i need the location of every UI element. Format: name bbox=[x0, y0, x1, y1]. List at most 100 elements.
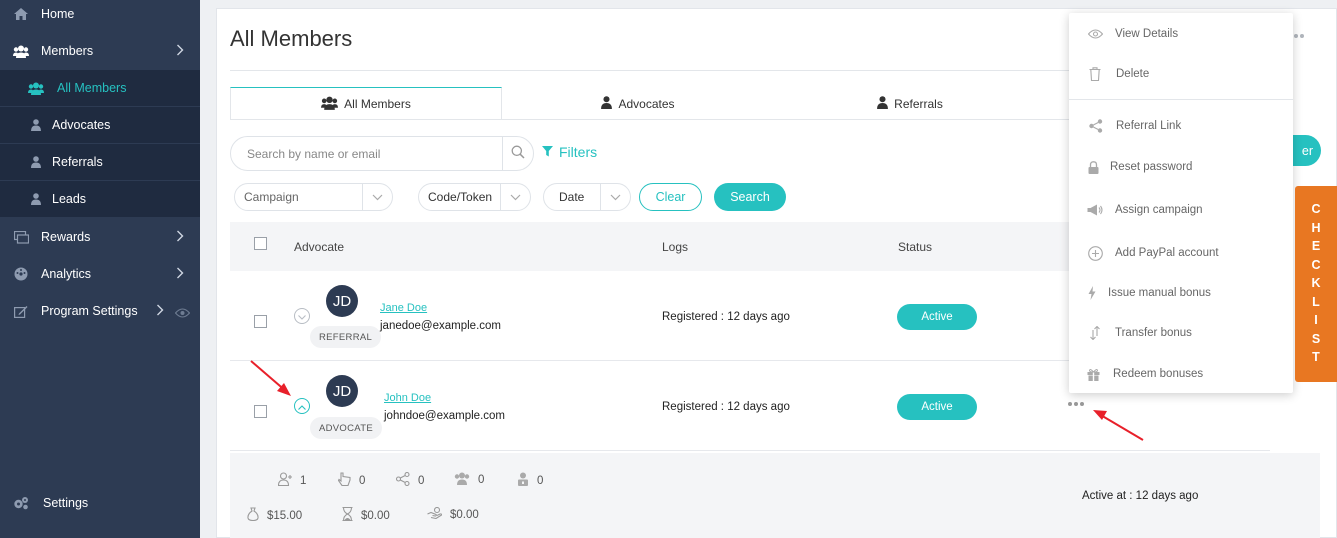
select-value: Date bbox=[559, 190, 585, 204]
tab-all-members[interactable]: All Members bbox=[230, 87, 502, 120]
count-value: 0 bbox=[537, 474, 544, 487]
edit-icon bbox=[13, 303, 29, 319]
status-badge: Active bbox=[897, 304, 977, 330]
filters-label: Filters bbox=[559, 144, 598, 160]
menu-item-redeem-bonuses[interactable]: Redeem bonuses bbox=[1069, 359, 1293, 389]
member-type-badge: ADVOCATE bbox=[310, 417, 382, 439]
tab-label: Referrals bbox=[894, 96, 943, 111]
column-header-status: Status bbox=[898, 239, 933, 254]
pointer-icon bbox=[337, 472, 351, 489]
chevron-down-icon bbox=[362, 184, 392, 210]
search-button[interactable] bbox=[502, 137, 533, 170]
menu-item-label: Redeem bonuses bbox=[1113, 368, 1204, 380]
users-icon bbox=[454, 472, 470, 488]
count-value: 0 bbox=[359, 474, 366, 487]
member-log: Registered : 12 days ago bbox=[662, 311, 790, 323]
member-log: Registered : 12 days ago bbox=[662, 401, 790, 413]
campaign-icon bbox=[1087, 202, 1103, 218]
eye-icon[interactable] bbox=[174, 305, 191, 321]
amount-value: $0.00 bbox=[450, 508, 479, 521]
sidebar-subitem-referrals[interactable]: Referrals bbox=[0, 144, 200, 180]
row-checkbox[interactable] bbox=[254, 315, 267, 328]
menu-item-issue-manual-bonus[interactable]: Issue manual bonus bbox=[1069, 278, 1293, 308]
menu-item-add-paypal[interactable]: Add PayPal account bbox=[1069, 238, 1293, 268]
row-actions-dropdown: View Details Delete Referral Link Reset … bbox=[1069, 13, 1293, 393]
row-checkbox[interactable] bbox=[254, 405, 267, 418]
member-name-link[interactable]: Jane Doe bbox=[380, 302, 427, 314]
tab-label: All Members bbox=[344, 97, 411, 111]
clicks-count: 0 bbox=[337, 472, 366, 489]
chevron-down-icon bbox=[600, 184, 630, 210]
count-value: 1 bbox=[300, 474, 307, 487]
sidebar-item-settings[interactable]: Settings bbox=[0, 485, 200, 521]
menu-item-delete[interactable]: Delete bbox=[1069, 59, 1293, 89]
campaign-select[interactable]: Campaign bbox=[234, 183, 393, 211]
select-value: Code/Token bbox=[428, 190, 493, 204]
checklist-tab[interactable]: C H E C K L I S T bbox=[1295, 186, 1337, 382]
sidebar-subitem-leads[interactable]: Leads bbox=[0, 181, 200, 217]
sidebar-item-program-settings[interactable]: Program Settings bbox=[0, 293, 200, 329]
filters-toggle[interactable]: Filters bbox=[542, 144, 597, 160]
column-header-logs: Logs bbox=[662, 239, 689, 254]
sidebar-item-label: Settings bbox=[43, 496, 89, 510]
sidebar: Home Members All Members Advocates Refer… bbox=[0, 0, 200, 538]
search-submit-button[interactable]: Search bbox=[714, 183, 786, 211]
gears-icon bbox=[13, 495, 29, 511]
eye-icon bbox=[1087, 26, 1103, 42]
hourglass-icon bbox=[342, 506, 353, 524]
menu-item-label: Reset password bbox=[1110, 161, 1193, 173]
member-name-link[interactable]: John Doe bbox=[384, 392, 431, 404]
sidebar-item-rewards[interactable]: Rewards bbox=[0, 219, 200, 255]
shares-count: 0 bbox=[395, 471, 424, 489]
chevron-down-icon bbox=[298, 309, 306, 323]
share-icon bbox=[1088, 118, 1104, 134]
member-email: johndoe@example.com bbox=[384, 410, 505, 422]
user-icon bbox=[30, 118, 42, 132]
menu-item-label: Delete bbox=[1116, 68, 1150, 80]
sidebar-item-members[interactable]: Members bbox=[0, 33, 200, 69]
sidebar-item-home[interactable]: Home bbox=[0, 0, 200, 32]
status-badge: Active bbox=[897, 394, 977, 420]
home-icon bbox=[13, 6, 29, 22]
tab-referrals[interactable]: Referrals bbox=[774, 87, 1046, 120]
menu-item-view-details[interactable]: View Details bbox=[1069, 19, 1293, 49]
bolt-icon bbox=[1084, 285, 1100, 301]
amount-value: $15.00 bbox=[267, 509, 303, 522]
avatar: JD bbox=[326, 375, 358, 407]
users-icon bbox=[321, 96, 339, 113]
pending-amount: $0.00 bbox=[342, 506, 390, 524]
chevron-down-icon bbox=[500, 184, 530, 210]
menu-item-label: Referral Link bbox=[1116, 120, 1182, 132]
date-select[interactable]: Date bbox=[543, 183, 631, 211]
sidebar-subitem-all-members[interactable]: All Members bbox=[0, 70, 200, 106]
sidebar-subitem-label: Referrals bbox=[52, 155, 103, 169]
row-expand-toggle[interactable] bbox=[294, 308, 310, 324]
active-at-text: Active at : 12 days ago bbox=[1082, 490, 1199, 502]
menu-item-reset-password[interactable]: Reset password bbox=[1069, 152, 1293, 182]
menu-item-label: View Details bbox=[1115, 28, 1179, 40]
users-icon bbox=[28, 81, 44, 95]
filter-icon bbox=[542, 144, 553, 160]
hand-money-icon bbox=[427, 506, 443, 522]
checklist-letter: H bbox=[1311, 220, 1321, 235]
search-input[interactable] bbox=[231, 137, 503, 170]
code-token-select[interactable]: Code/Token bbox=[418, 183, 531, 211]
rewards-icon bbox=[13, 229, 29, 245]
checklist-letter: C bbox=[1311, 202, 1321, 217]
checklist-letter: E bbox=[1311, 239, 1321, 254]
menu-item-transfer-bonus[interactable]: Transfer bonus bbox=[1069, 318, 1293, 348]
row-actions-menu-icon[interactable] bbox=[1068, 402, 1084, 406]
sidebar-item-analytics[interactable]: Analytics bbox=[0, 256, 200, 292]
menu-item-label: Transfer bonus bbox=[1115, 327, 1192, 339]
menu-item-assign-campaign[interactable]: Assign campaign bbox=[1069, 195, 1293, 225]
menu-item-referral-link[interactable]: Referral Link bbox=[1069, 111, 1293, 141]
checklist-letter: S bbox=[1311, 331, 1321, 346]
chevron-up-icon bbox=[298, 399, 306, 413]
row-expand-toggle[interactable] bbox=[294, 398, 310, 414]
clear-button[interactable]: Clear bbox=[639, 183, 702, 211]
sidebar-subitem-advocates[interactable]: Advocates bbox=[0, 107, 200, 143]
tab-advocates[interactable]: Advocates bbox=[502, 87, 774, 120]
checklist-letter: K bbox=[1311, 276, 1321, 291]
menu-item-label: Add PayPal account bbox=[1115, 247, 1219, 259]
select-all-checkbox[interactable] bbox=[254, 237, 267, 250]
